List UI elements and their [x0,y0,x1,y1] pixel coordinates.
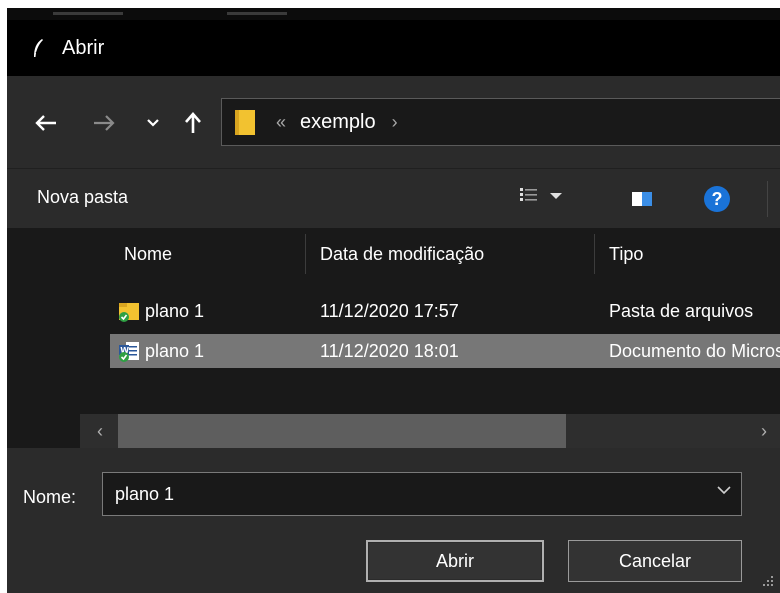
file-name-input[interactable] [113,482,697,506]
back-button[interactable] [29,106,63,140]
title-bar: Abrir [7,20,780,76]
word-document-icon: W [119,342,139,362]
open-button[interactable]: Abrir [366,540,544,582]
column-header-type[interactable]: Tipo [609,228,643,280]
file-name: plano 1 [145,341,205,361]
forward-button[interactable] [87,106,121,140]
chevron-down-icon[interactable] [717,485,731,495]
scroll-left-icon[interactable]: ‹ [86,414,114,448]
dropdown-arrow-icon [550,193,562,199]
column-header-modified[interactable]: Data de modificação [320,228,484,280]
file-row-selected[interactable]: W plano 1 11/12/2020 18:01 Documento do … [110,334,780,368]
cancel-button[interactable]: Cancelar [568,540,742,582]
breadcrumb-overflow[interactable]: « [276,112,286,133]
background-strip [7,8,780,20]
preview-pane-icon [632,192,652,206]
change-view-button[interactable] [519,187,563,205]
scrollbar-thumb[interactable] [118,414,566,448]
command-toolbar: Nova pasta ? [7,168,780,229]
preview-pane-button[interactable] [631,191,653,212]
arrow-up-icon [185,112,201,133]
open-file-dialog: Abrir « exemplo › Nova pasta ? Nome Data… [7,8,780,593]
column-divider[interactable] [594,234,595,274]
folder-icon [119,303,139,322]
breadcrumb-chevron[interactable]: › [392,112,398,133]
file-list: Nome Data de modificação Tipo plano 1 11… [7,228,780,448]
file-name: plano 1 [145,301,205,321]
help-button[interactable]: ? [704,186,730,212]
file-type: Documento do Microsoft Word [609,341,780,361]
toolbar-divider [767,181,768,217]
scroll-right-icon[interactable]: › [750,414,778,448]
file-type: Pasta de arquivos [609,301,754,321]
column-divider[interactable] [305,234,306,274]
folder-icon [235,110,255,135]
arrow-left-icon [35,115,56,131]
file-name-combobox[interactable] [102,472,742,516]
help-icon: ? [711,188,723,209]
details-view-icon [520,188,537,201]
window-title: Abrir [62,36,105,59]
chevron-down-icon [147,119,159,127]
horizontal-scrollbar[interactable]: ‹ › [80,414,780,448]
breadcrumb-exemplo[interactable]: exemplo [300,111,376,134]
feather-icon [32,38,46,58]
new-folder-button[interactable]: Nova pasta [37,187,128,208]
file-row[interactable]: plano 1 11/12/2020 17:57 Pasta de arquiv… [110,294,780,328]
file-modified: 11/12/2020 18:01 [320,341,459,361]
column-header-name[interactable]: Nome [124,228,172,280]
arrow-right-icon [94,115,115,131]
file-name-label: Nome: [23,487,77,507]
recent-locations-button[interactable] [142,106,164,140]
up-button[interactable] [179,106,207,140]
address-bar[interactable]: « exemplo › [221,98,780,146]
navigation-bar: « exemplo › [7,76,780,168]
file-modified: 11/12/2020 17:57 [320,301,459,321]
resize-grip-icon[interactable] [762,575,774,587]
footer-panel: Nome: Abrir Cancelar [7,448,780,593]
